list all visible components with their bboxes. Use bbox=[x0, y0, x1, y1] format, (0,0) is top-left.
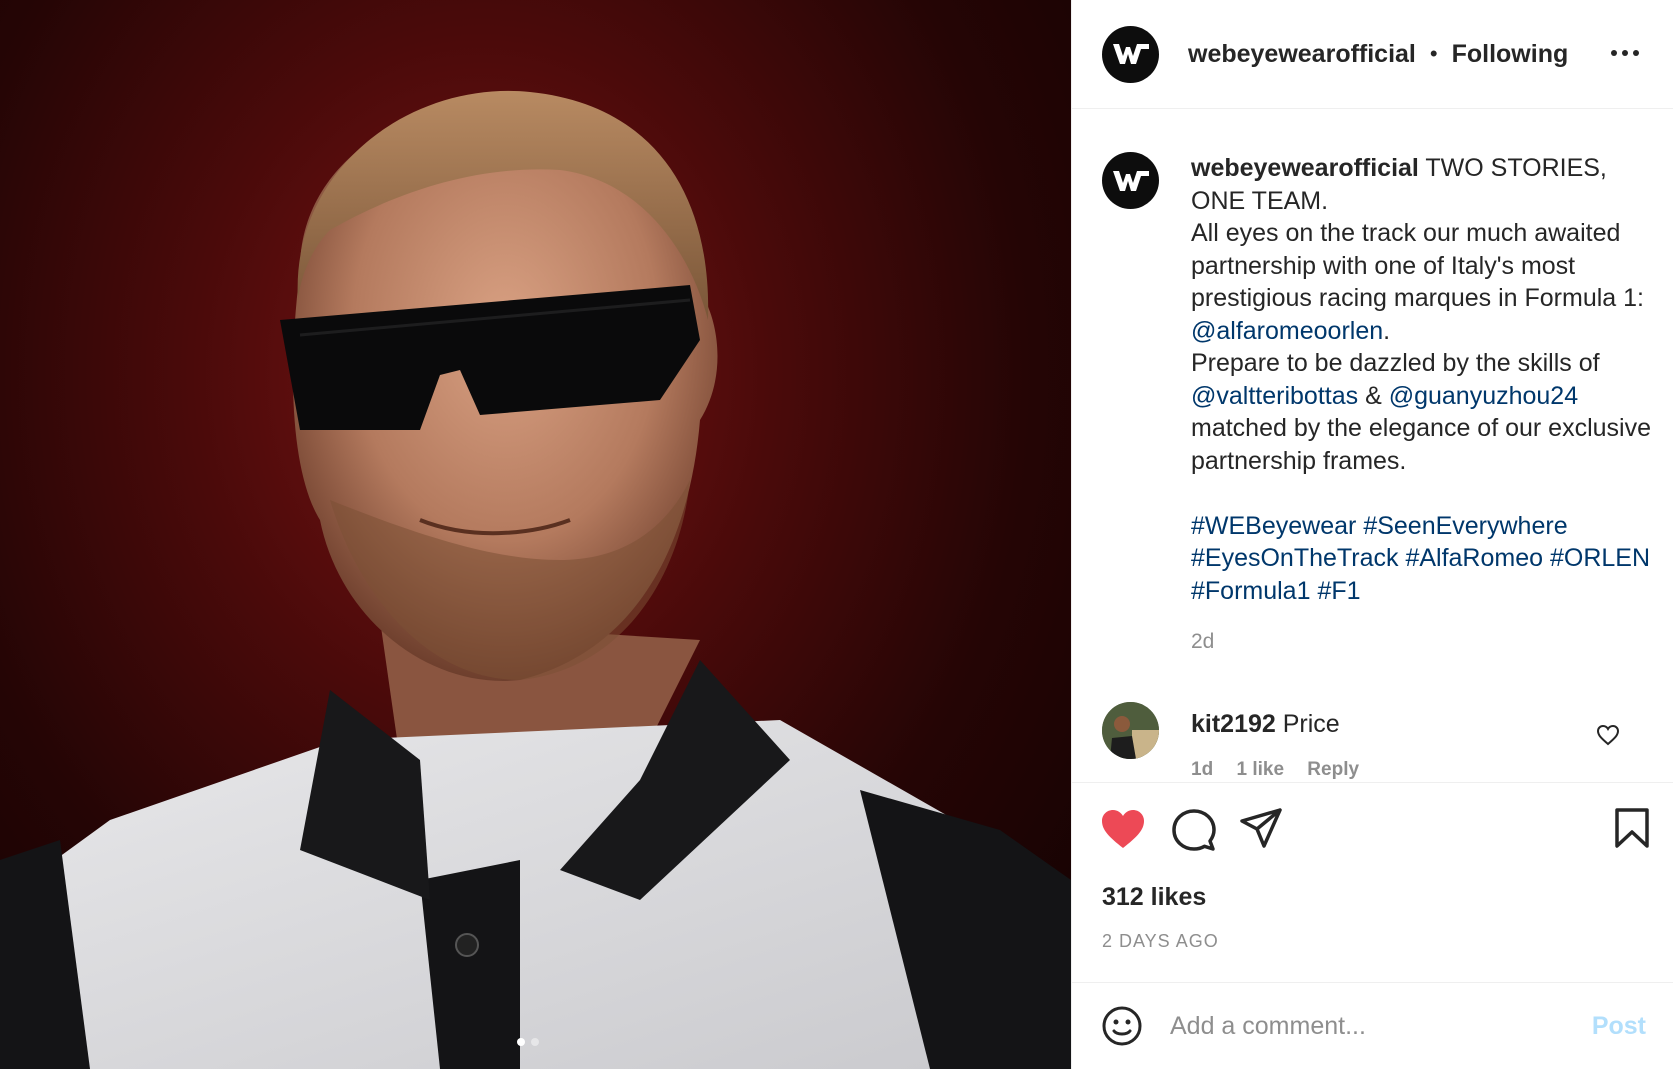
more-icon[interactable] bbox=[1610, 43, 1640, 63]
hashtag-link[interactable]: #AlfaRomeo bbox=[1405, 544, 1543, 572]
post-actions-section: 312 likes 2 DAYS AGO bbox=[1072, 782, 1673, 982]
action-bar bbox=[1100, 808, 1650, 854]
post-photo[interactable] bbox=[0, 0, 1071, 1069]
share-icon[interactable] bbox=[1240, 808, 1282, 848]
comment-text: kit2192 Price bbox=[1191, 710, 1340, 739]
heart-outline-icon[interactable] bbox=[1596, 724, 1620, 746]
mention-link[interactable]: @valtteribottas bbox=[1191, 382, 1358, 410]
bookmark-icon[interactable] bbox=[1614, 808, 1650, 848]
commenter-photo bbox=[1102, 702, 1159, 759]
commenter-avatar[interactable] bbox=[1102, 702, 1159, 759]
comments-section[interactable]: webeyewearofficial TWO STORIES, ONE TEAM… bbox=[1072, 110, 1673, 782]
hashtag-link[interactable]: #EyesOnTheTrack bbox=[1191, 544, 1398, 572]
hashtag-link[interactable]: #Formula1 bbox=[1191, 577, 1311, 605]
heart-icon[interactable] bbox=[1100, 808, 1146, 850]
comment-body: Price bbox=[1275, 710, 1340, 738]
header-separator: • bbox=[1429, 41, 1438, 66]
webeyewear-logo bbox=[1112, 170, 1149, 191]
post-comment-button[interactable]: Post bbox=[1592, 1012, 1646, 1041]
comment-reply-button[interactable]: Reply bbox=[1307, 759, 1359, 780]
comment-icon[interactable] bbox=[1172, 808, 1216, 852]
like-count[interactable]: 312 likes bbox=[1102, 883, 1206, 912]
comment-time[interactable]: 1d bbox=[1191, 759, 1213, 780]
header-username[interactable]: webeyewearofficial bbox=[1188, 40, 1416, 69]
post-details-panel: webeyewearofficial • Following webeyewea… bbox=[1071, 0, 1673, 1069]
caption-body-2: Prepare to be dazzled by the skills of bbox=[1191, 349, 1600, 377]
account-avatar[interactable] bbox=[1102, 25, 1159, 83]
commenter-username[interactable]: kit2192 bbox=[1191, 710, 1276, 738]
webeyewear-logo bbox=[1112, 44, 1149, 64]
add-comment-bar: Post bbox=[1072, 982, 1673, 1069]
caption-amp: & bbox=[1358, 381, 1389, 410]
portrait-illustration bbox=[0, 90, 1071, 1069]
mention-link[interactable]: @guanyuzhou24 bbox=[1389, 382, 1578, 410]
comment-item: kit2192 Price 1d 1 like Reply bbox=[1102, 702, 1662, 782]
hashtag-list: #WEBeyewear #SeenEverywhere #EyesOnTheTr… bbox=[1191, 510, 1651, 608]
carousel-dot bbox=[531, 1038, 539, 1046]
comment-input[interactable] bbox=[1170, 1011, 1550, 1041]
caption-timestamp[interactable]: 2d bbox=[1191, 630, 1214, 654]
follow-status-button[interactable]: Following bbox=[1452, 40, 1569, 69]
post-timestamp[interactable]: 2 DAYS AGO bbox=[1102, 931, 1219, 952]
comment-meta: 1d 1 like Reply bbox=[1191, 759, 1377, 781]
carousel-dot-active bbox=[517, 1038, 525, 1046]
post-caption: webeyewearofficial TWO STORIES, ONE TEAM… bbox=[1191, 152, 1651, 607]
caption-username[interactable]: webeyewearofficial bbox=[1191, 154, 1419, 182]
hashtag-link[interactable]: #F1 bbox=[1317, 577, 1360, 605]
hashtag-link[interactable]: #WEBeyewear bbox=[1191, 512, 1356, 540]
caption-body-1: All eyes on the track our much awaited p… bbox=[1191, 219, 1644, 312]
mention-link[interactable]: @alfaromeoorlen bbox=[1191, 317, 1383, 345]
caption-punct: . bbox=[1383, 316, 1391, 345]
carousel-indicator bbox=[517, 1038, 539, 1046]
hashtag-link[interactable]: #ORLEN bbox=[1550, 544, 1650, 572]
comment-like-count[interactable]: 1 like bbox=[1236, 759, 1284, 780]
hashtag-link[interactable]: #SeenEverywhere bbox=[1363, 512, 1567, 540]
emoji-icon[interactable] bbox=[1102, 1006, 1142, 1046]
post-header: webeyewearofficial • Following bbox=[1072, 0, 1673, 109]
instagram-post-view: webeyewearofficial • Following webeyewea… bbox=[0, 0, 1673, 1069]
caption-avatar[interactable] bbox=[1102, 152, 1159, 209]
caption-body-3: matched by the elegance of our exclusive… bbox=[1191, 414, 1651, 475]
